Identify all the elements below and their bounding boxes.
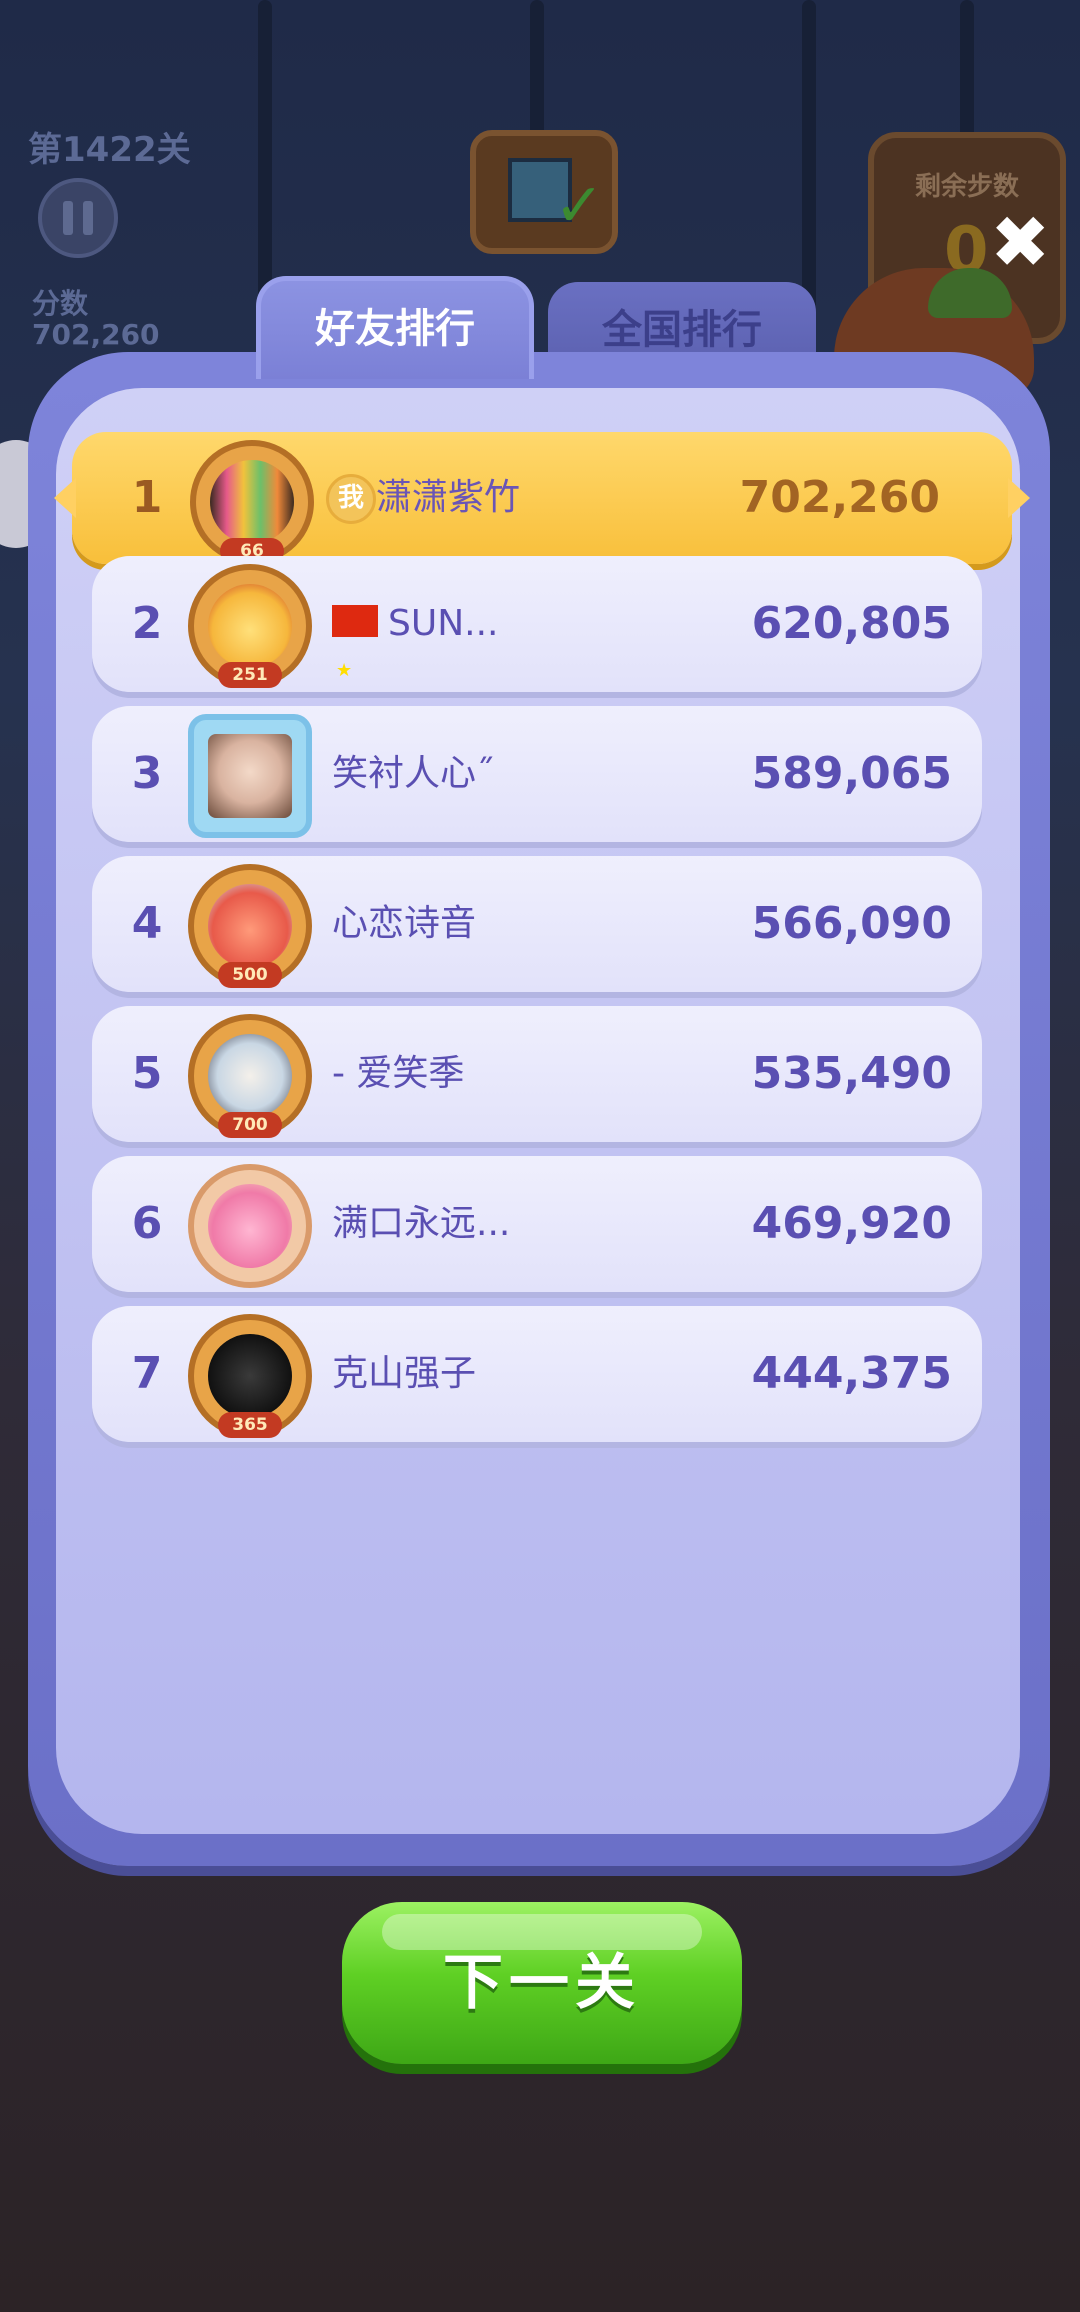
background-vine	[960, 0, 974, 140]
leaderboard-row[interactable]: 3 笑衬人心˝ 589,065	[92, 706, 982, 842]
checkmark-icon: ✓	[554, 171, 605, 241]
leaderboard-row[interactable]: 4 500 心恋诗音 566,090	[92, 856, 982, 992]
score-label: 分数	[32, 287, 89, 320]
avatar: 66	[190, 440, 314, 564]
rank-number: 2	[131, 598, 163, 649]
avatar-level-badge: 251	[218, 662, 282, 688]
next-level-button[interactable]: 下一关	[342, 1902, 742, 2064]
player-name: 克山强子	[332, 1353, 477, 1394]
score-value: 702,260	[32, 318, 160, 351]
button-shine	[382, 1914, 702, 1950]
player-name: SUN...	[388, 603, 499, 644]
player-name: 满口永远...	[332, 1203, 511, 1244]
close-icon[interactable]: ✖	[990, 206, 1050, 278]
avatar	[188, 1164, 312, 1288]
player-score: 444,375	[751, 1348, 952, 1399]
player-name: 心恋诗音	[332, 903, 477, 944]
goal-box: ✓	[470, 130, 618, 254]
avatar-level-badge: 500	[218, 962, 282, 988]
level-label: 第1422关	[28, 130, 191, 170]
pause-icon	[63, 201, 73, 235]
avatar: 251	[188, 564, 312, 688]
leaderboard-row-me[interactable]: 1 66 我 潇潇紫竹 702,260	[54, 432, 1030, 564]
rank-number: 7	[131, 1348, 163, 1399]
next-level-label: 下一关	[443, 1948, 641, 2018]
me-badge: 我	[326, 474, 376, 524]
player-name: 潇潇紫竹	[376, 477, 521, 518]
leaderboard-row[interactable]: 7 365 克山强子 444,375	[92, 1306, 982, 1442]
china-flag-icon	[332, 603, 378, 739]
avatar: 700	[188, 1014, 312, 1138]
avatar: 365	[188, 1314, 312, 1438]
rank-number: 4	[131, 898, 163, 949]
leaderboard-row[interactable]: 5 700 - 爱笑季 535,490	[92, 1006, 982, 1142]
player-score: 589,065	[751, 748, 952, 799]
tab-friends-ranking[interactable]: 好友排行	[256, 276, 534, 379]
pause-button[interactable]	[38, 178, 118, 258]
rank-number: 5	[131, 1048, 163, 1099]
rank-number: 1	[131, 472, 163, 523]
player-score: 535,490	[751, 1048, 952, 1099]
background-vine	[530, 0, 544, 140]
leaderboard-row[interactable]: 6 满口永远... 469,920	[92, 1156, 982, 1292]
rank-number: 3	[131, 748, 163, 799]
player-score: 566,090	[751, 898, 952, 949]
leaderboard-row[interactable]: 2 251 SUN... 620,805	[92, 556, 982, 739]
player-score: 620,805	[751, 598, 952, 649]
player-score: 702,260	[739, 472, 940, 523]
rank-number: 6	[131, 1198, 163, 1249]
avatar-level-badge: 365	[218, 1412, 282, 1438]
player-name: - 爱笑季	[332, 1053, 465, 1094]
player-name: 笑衬人心˝	[332, 753, 495, 794]
player-score: 469,920	[751, 1198, 952, 1249]
avatar	[188, 714, 312, 838]
avatar: 500	[188, 864, 312, 988]
avatar-level-badge: 700	[218, 1112, 282, 1138]
moves-label: 剩余步数	[914, 172, 1019, 202]
